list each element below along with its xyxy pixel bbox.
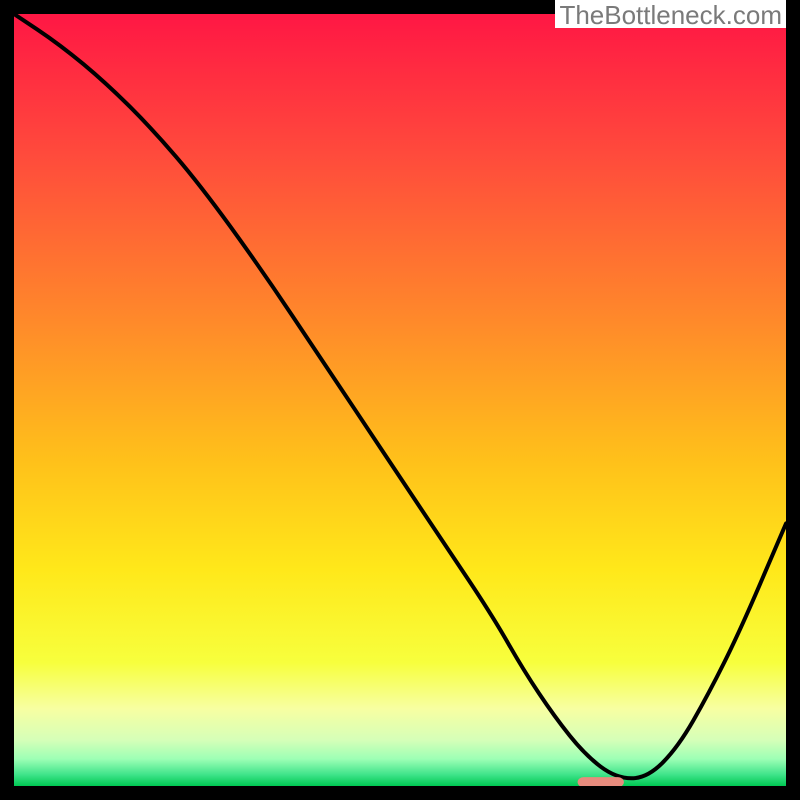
gradient-background bbox=[14, 14, 786, 786]
watermark-text: TheBottleneck.com bbox=[555, 0, 786, 28]
optimal-marker bbox=[578, 777, 624, 786]
bottleneck-plot bbox=[14, 14, 786, 786]
chart-frame: TheBottleneck.com bbox=[0, 0, 800, 800]
